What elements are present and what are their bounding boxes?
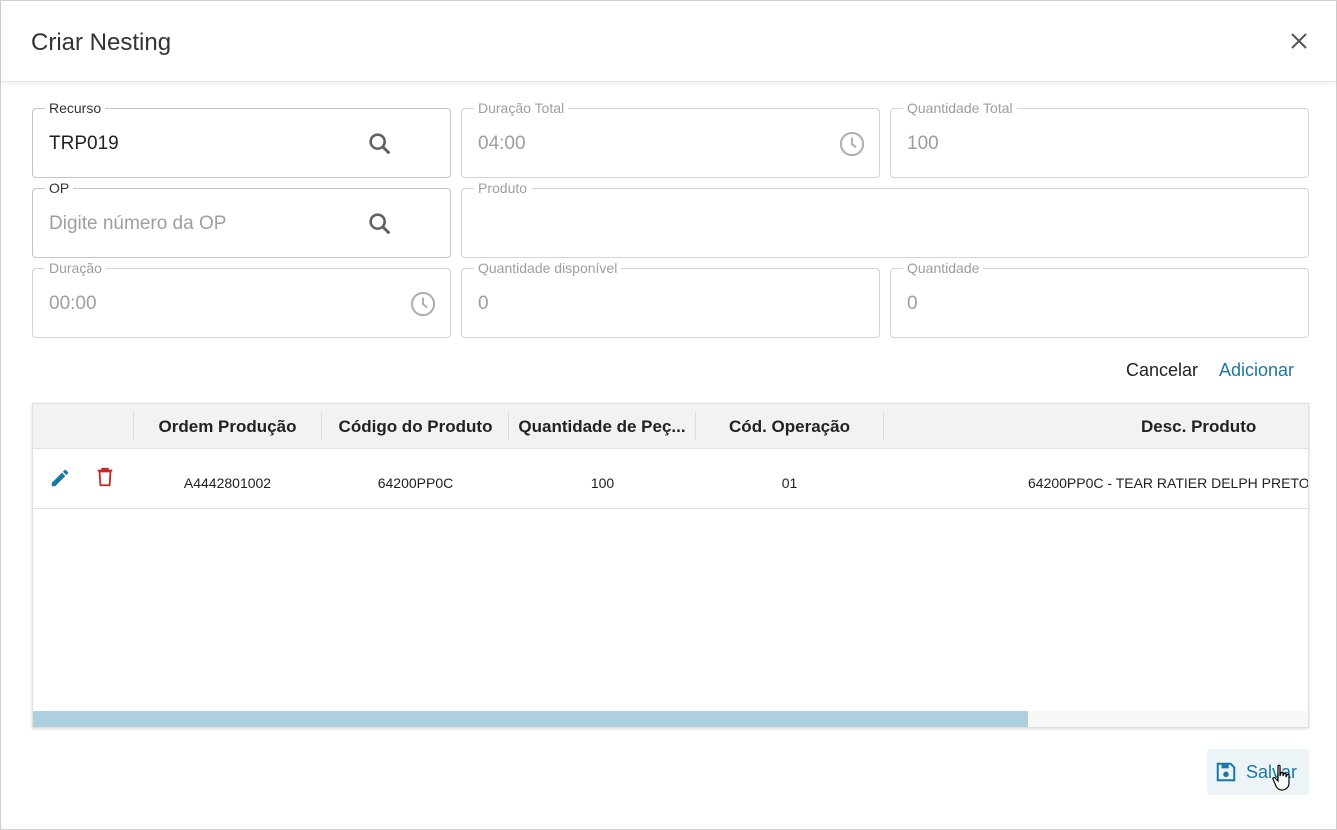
op-field[interactable]: OP — [32, 179, 451, 258]
produto-field: Produto — [461, 179, 1309, 258]
clock-icon — [410, 291, 436, 317]
cell-quantidade: 100 — [590, 475, 615, 491]
column-header-quantidade-pecas[interactable]: Quantidade de Peç... — [515, 417, 689, 437]
cell-codigo-produto: 64200PP0C — [377, 475, 454, 491]
op-label: OP — [45, 179, 74, 197]
save-button[interactable]: Salvar — [1207, 749, 1309, 795]
cell-cod-operacao: 01 — [781, 475, 798, 491]
search-icon[interactable] — [366, 210, 394, 238]
recurso-field[interactable]: Recurso TRP019 — [32, 99, 451, 178]
search-icon[interactable] — [366, 130, 394, 158]
op-input[interactable] — [49, 211, 349, 237]
column-separator — [883, 412, 884, 440]
clock-icon — [839, 131, 865, 157]
column-separator — [508, 412, 509, 440]
delete-icon[interactable] — [94, 466, 116, 488]
hand-cursor-icon — [1272, 764, 1290, 791]
column-header-ordem-producao[interactable]: Ordem Produção — [134, 417, 321, 437]
recurso-value: TRP019 — [49, 133, 119, 154]
column-header-desc-produto[interactable]: Desc. Produto — [1073, 417, 1308, 437]
table-row[interactable]: A4442801002 64200PP0C 100 01 64200PP0C -… — [33, 449, 1308, 509]
duracao-value: 00:00 — [49, 293, 97, 314]
quantidade-field: Quantidade 0 — [890, 259, 1309, 338]
edit-icon[interactable] — [49, 467, 71, 489]
close-icon[interactable] — [1287, 29, 1311, 53]
scrollbar-thumb[interactable] — [33, 711, 1028, 727]
duracao-field: Duração 00:00 — [32, 259, 451, 338]
column-header-codigo-produto[interactable]: Código do Produto — [322, 417, 509, 437]
cancel-button[interactable]: Cancelar — [1126, 360, 1198, 381]
quantidade-total-value: 100 — [907, 133, 939, 154]
table-header: Ordem Produção Código do Produto Quantid… — [33, 404, 1308, 449]
duracao-total-label: Duração Total — [474, 99, 569, 117]
create-nesting-dialog: Criar Nesting Recurso TRP019 Duração Tot… — [0, 0, 1337, 830]
dialog-header: Criar Nesting — [1, 1, 1336, 82]
save-icon — [1216, 762, 1236, 782]
quantidade-disponivel-label: Quantidade disponível — [474, 259, 622, 277]
recurso-label: Recurso — [45, 99, 106, 117]
produto-label: Produto — [474, 179, 532, 197]
duracao-label: Duração — [45, 259, 106, 277]
quantidade-label: Quantidade — [903, 259, 984, 277]
quantidade-disponivel-value: 0 — [478, 293, 489, 314]
horizontal-scrollbar[interactable] — [33, 711, 1308, 727]
quantidade-value: 0 — [907, 293, 918, 314]
quantidade-total-label: Quantidade Total — [903, 99, 1017, 117]
duracao-total-value: 04:00 — [478, 133, 526, 154]
duracao-total-field: Duração Total 04:00 — [461, 99, 880, 178]
add-button[interactable]: Adicionar — [1219, 360, 1294, 381]
nesting-table: Ordem Produção Código do Produto Quantid… — [32, 403, 1309, 728]
cell-ordem-producao: A4442801002 — [183, 475, 272, 491]
dialog-title: Criar Nesting — [31, 29, 172, 56]
quantidade-disponivel-field: Quantidade disponível 0 — [461, 259, 880, 338]
column-header-cod-operacao[interactable]: Cód. Operação — [696, 417, 883, 437]
quantidade-total-field: Quantidade Total 100 — [890, 99, 1309, 178]
cell-desc-produto: 64200PP0C - TEAR RATIER DELPH PRETO — [1028, 475, 1309, 491]
